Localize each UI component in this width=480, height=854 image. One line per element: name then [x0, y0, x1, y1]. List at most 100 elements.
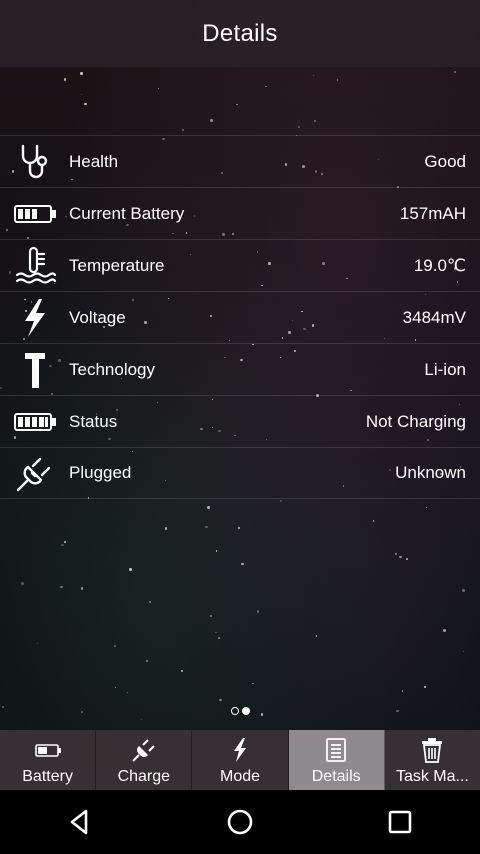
star — [265, 85, 267, 88]
star — [405, 558, 408, 561]
star — [59, 585, 63, 589]
detail-value: Not Charging — [365, 411, 466, 431]
star — [80, 94, 82, 96]
star — [241, 563, 244, 566]
star — [114, 644, 116, 647]
tab-label: Battery — [22, 768, 73, 785]
detail-row-technology: Technology Li-ion — [0, 343, 480, 395]
star — [20, 581, 24, 585]
star — [461, 589, 465, 592]
star — [64, 540, 67, 543]
star — [206, 505, 210, 509]
detail-label: Plugged — [69, 463, 132, 482]
detail-row-plugged: Plugged Unknown — [0, 447, 480, 499]
detail-row-health: Health Good — [0, 135, 480, 187]
hammer-icon — [12, 348, 58, 392]
star — [84, 102, 88, 106]
star — [280, 499, 283, 502]
star — [79, 71, 83, 75]
detail-label: Health — [69, 151, 119, 171]
star — [237, 526, 241, 530]
detail-label: Status — [69, 411, 118, 431]
star — [218, 637, 221, 640]
star — [127, 691, 129, 693]
star — [454, 71, 456, 73]
lightning-icon — [12, 296, 58, 340]
detail-value: Good — [424, 151, 466, 171]
app-screen: Details Health Good Current Battery 157m… — [0, 0, 480, 790]
tab-charge[interactable]: Charge — [96, 730, 193, 790]
detail-value: Li-ion — [424, 359, 466, 379]
star — [298, 126, 301, 128]
star — [236, 103, 238, 106]
page-indicator — [0, 707, 480, 715]
detail-label: Temperature — [69, 255, 165, 275]
star — [462, 650, 465, 653]
star — [312, 75, 314, 77]
detail-value: 3484mV — [402, 307, 466, 327]
star — [81, 587, 84, 590]
nav-recents-button[interactable] — [370, 792, 430, 852]
battery-icon — [34, 744, 61, 757]
thermometer-icon — [12, 244, 58, 288]
app-header: Details — [0, 0, 480, 67]
star — [219, 698, 222, 702]
tab-label: Mode — [219, 768, 261, 785]
star — [36, 642, 39, 644]
detail-row-status: Status Not Charging — [0, 395, 480, 447]
star — [215, 631, 217, 634]
star — [129, 568, 132, 572]
star — [372, 520, 375, 522]
detail-value: Unknown — [395, 463, 466, 482]
star — [210, 119, 214, 122]
star — [336, 79, 338, 81]
home-circle-icon — [227, 809, 253, 835]
star — [252, 683, 254, 685]
tab-battery[interactable]: Battery — [0, 730, 97, 790]
star — [145, 659, 149, 663]
star — [114, 686, 117, 689]
star — [443, 629, 446, 632]
detail-label: Current Battery — [69, 203, 185, 223]
detail-value: 157mAH — [399, 203, 466, 223]
star — [315, 635, 318, 637]
star — [204, 525, 208, 529]
star — [181, 128, 184, 131]
tab-mode[interactable]: Mode — [192, 730, 289, 790]
tab-label: Details — [311, 768, 361, 785]
star — [149, 601, 152, 603]
stethoscope-icon — [12, 140, 58, 184]
star — [140, 719, 142, 721]
page-dot-1[interactable] — [230, 707, 239, 715]
star — [256, 609, 260, 613]
page-dot-2-active[interactable] — [241, 707, 250, 715]
lightning-icon — [234, 738, 246, 762]
tab-label: Task Ma... — [395, 768, 469, 785]
detail-value: 19.0℃ — [413, 255, 466, 275]
star — [63, 78, 67, 81]
recents-square-icon — [388, 810, 412, 834]
detail-label: Technology — [69, 359, 156, 379]
star — [180, 669, 184, 673]
battery-half-icon — [12, 192, 58, 236]
trash-icon — [422, 738, 443, 763]
star — [394, 553, 397, 556]
detail-row-voltage: Voltage 3484mV — [0, 291, 480, 343]
star — [401, 690, 404, 692]
details-list: Health Good Current Battery 157mAH Tempe… — [0, 135, 480, 499]
detail-row-current-battery: Current Battery 157mAH — [0, 187, 480, 239]
star — [60, 543, 64, 547]
battery-full-icon — [12, 400, 58, 444]
back-triangle-icon — [70, 809, 88, 835]
tab-details[interactable]: Details — [288, 730, 385, 790]
tab-label: Charge — [117, 768, 171, 785]
system-nav-bar — [0, 790, 480, 854]
star — [423, 686, 426, 688]
nav-back-button[interactable] — [50, 792, 110, 852]
bottom-tab-bar: Battery Charge Mode Details Task Ma... — [0, 730, 480, 790]
tab-task-manager[interactable]: Task Ma... — [385, 730, 480, 790]
page-title: Details — [202, 19, 278, 47]
plug-icon — [132, 739, 155, 762]
star — [425, 506, 428, 509]
nav-home-button[interactable] — [210, 792, 270, 852]
